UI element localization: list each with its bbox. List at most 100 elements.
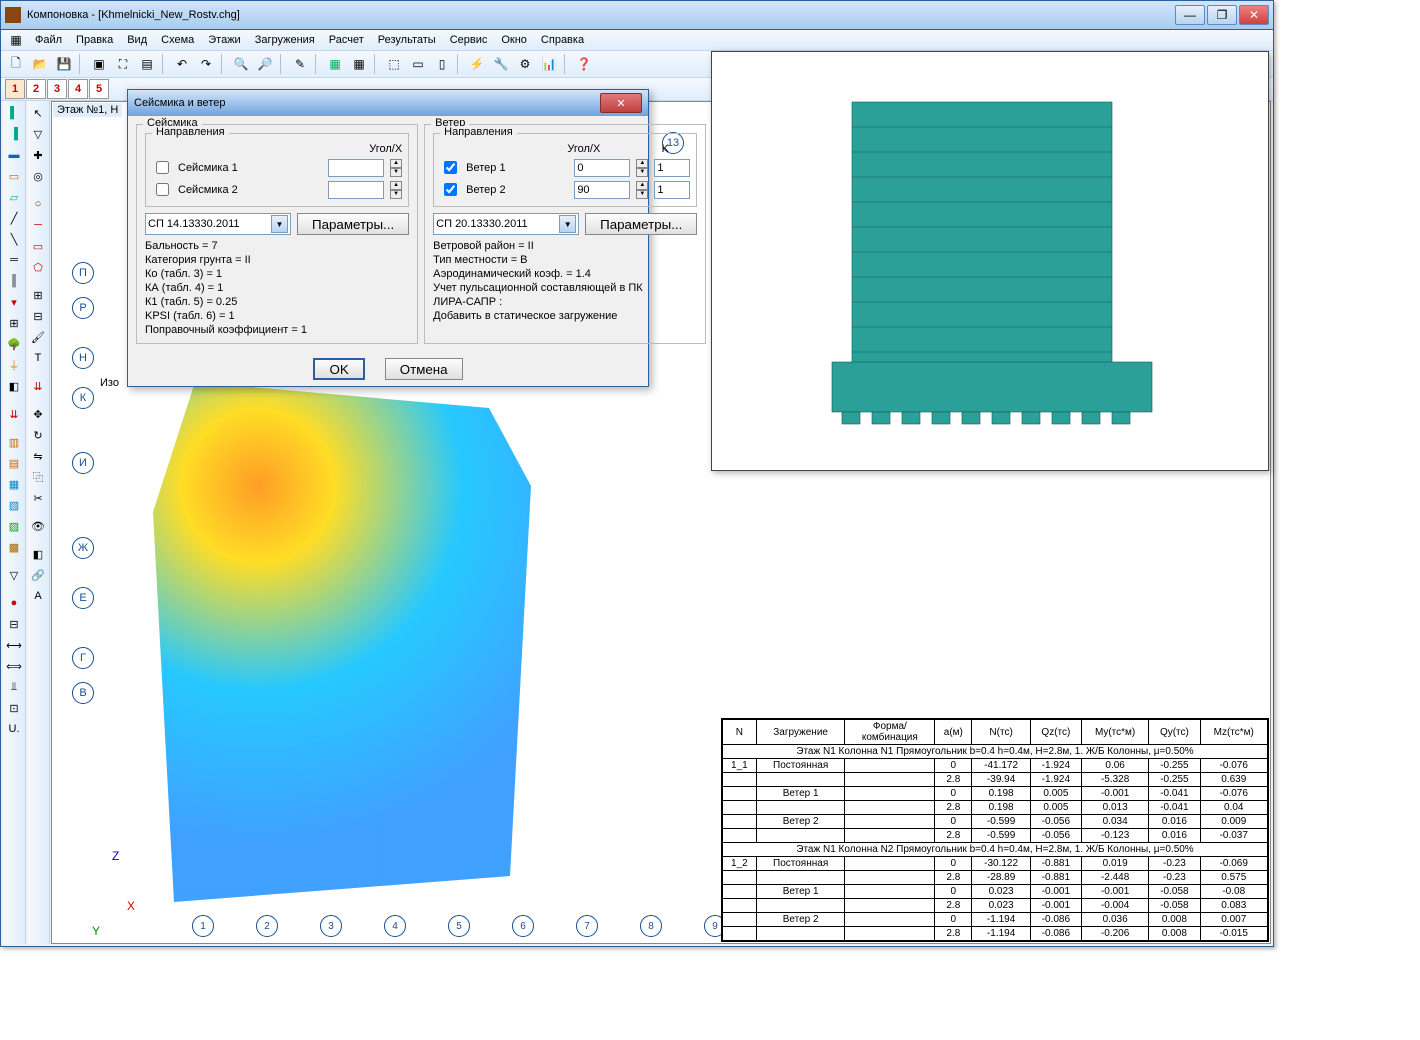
menu-file[interactable]: Файл: [29, 32, 68, 48]
zoom-in-icon[interactable]: 🔍: [230, 53, 252, 75]
lt-tree-icon[interactable]: 🌳: [4, 334, 24, 354]
open-icon[interactable]: 📂: [29, 53, 51, 75]
lt-dot-icon[interactable]: ●: [4, 593, 24, 613]
help-icon[interactable]: ❓: [573, 53, 595, 75]
menu-calc[interactable]: Расчет: [323, 32, 370, 48]
lt-beam-icon[interactable]: ▭: [4, 166, 24, 186]
wind2-k-input[interactable]: [654, 181, 690, 199]
lt2-cut-icon[interactable]: ✂: [28, 488, 48, 508]
wind1-angle-input[interactable]: [574, 159, 630, 177]
lt2-target-icon[interactable]: ◎: [28, 166, 48, 186]
chart-icon[interactable]: 📊: [538, 53, 560, 75]
lt-dim1-icon[interactable]: ⟷: [4, 635, 24, 655]
lt-line3-icon[interactable]: ═: [4, 250, 24, 270]
lt2-poly-icon[interactable]: ⬠: [28, 257, 48, 277]
seismic-code-combo[interactable]: СП 14.13330.2011▼: [145, 213, 291, 235]
seismic2-angle-input[interactable]: [328, 181, 384, 199]
lt2-load-icon[interactable]: ⇊: [28, 376, 48, 396]
seismic2-checkbox[interactable]: [156, 183, 169, 196]
menu-results[interactable]: Результаты: [372, 32, 442, 48]
floor-tab-2[interactable]: 2: [26, 79, 46, 99]
wrench-icon[interactable]: 🔧: [490, 53, 512, 75]
wind-params-button[interactable]: Параметры...: [585, 213, 697, 235]
wind1-k-input[interactable]: [654, 159, 690, 177]
tool-b-icon[interactable]: ▭: [407, 53, 429, 75]
gear-icon[interactable]: ⚙: [514, 53, 536, 75]
lt2-cube-icon[interactable]: ◧: [28, 544, 48, 564]
grid2-icon[interactable]: ▦: [348, 53, 370, 75]
spinner-icon[interactable]: ▲▼: [390, 159, 402, 177]
wind2-checkbox[interactable]: [444, 183, 457, 196]
seismic1-checkbox[interactable]: [156, 161, 169, 174]
menu-edit[interactable]: Правка: [70, 32, 119, 48]
dialog-close-button[interactable]: ✕: [600, 93, 642, 113]
menu-help[interactable]: Справка: [535, 32, 590, 48]
new-icon[interactable]: 🗋: [5, 53, 27, 75]
layers-icon[interactable]: ▤: [136, 53, 158, 75]
lt2-a-icon[interactable]: A: [28, 586, 48, 606]
lt-wall-icon[interactable]: ▬: [4, 145, 24, 165]
zoom-out-icon[interactable]: 🔎: [254, 53, 276, 75]
floor-tab-4[interactable]: 4: [68, 79, 88, 99]
lt-panel2-icon[interactable]: ▤: [4, 453, 24, 473]
tool-c-icon[interactable]: ▯: [431, 53, 453, 75]
lt2-grid2-icon[interactable]: ⊟: [28, 306, 48, 326]
dialog-titlebar[interactable]: Сейсмика и ветер ✕: [128, 90, 648, 116]
lt-dim2-icon[interactable]: ⟺: [4, 656, 24, 676]
spinner-icon[interactable]: ▲▼: [636, 181, 648, 199]
menu-view[interactable]: Вид: [121, 32, 153, 48]
tool-a-icon[interactable]: ⬚: [383, 53, 405, 75]
zoom-region-icon[interactable]: ⛶: [112, 53, 134, 75]
lt-col2-icon[interactable]: ⫫: [4, 677, 24, 697]
lt-misc-icon[interactable]: ◧: [4, 376, 24, 396]
lt2-circle-icon[interactable]: ○: [28, 194, 48, 214]
close-button[interactable]: ✕: [1239, 5, 1269, 25]
floor-tab-3[interactable]: 3: [47, 79, 67, 99]
floor-tab-1[interactable]: 1: [5, 79, 25, 99]
wind-code-combo[interactable]: СП 20.13330.2011▼: [433, 213, 579, 235]
lt-line1-icon[interactable]: ╱: [4, 208, 24, 228]
lt-panel1-icon[interactable]: ▥: [4, 432, 24, 452]
cancel-button[interactable]: Отмена: [385, 358, 463, 380]
lt-slab-icon[interactable]: ▱: [4, 187, 24, 207]
ok-button[interactable]: OK: [313, 358, 364, 380]
lt-panel6-icon[interactable]: ▩: [4, 537, 24, 557]
lt-grid-icon[interactable]: ⊞: [4, 313, 24, 333]
app-menu-icon[interactable]: ▦: [5, 29, 27, 51]
lt2-rect-icon[interactable]: ▭: [28, 236, 48, 256]
results-table[interactable]: NЗагружениеФорма/комбинацияa(м)N(тс)Qz(т…: [721, 718, 1269, 942]
lt2-plus-icon[interactable]: ✚: [28, 145, 48, 165]
lt2-eye-icon[interactable]: 👁: [28, 516, 48, 536]
seismic-params-button[interactable]: Параметры...: [297, 213, 409, 235]
lt-filter-icon[interactable]: ▽: [4, 565, 24, 585]
lt2-copy-icon[interactable]: ⿻: [28, 467, 48, 487]
lt-arrows-icon[interactable]: ⇊: [4, 404, 24, 424]
spinner-icon[interactable]: ▲▼: [390, 181, 402, 199]
lt2-arrow-icon[interactable]: ↖: [28, 103, 48, 123]
redo-icon[interactable]: ↷: [195, 53, 217, 75]
spinner-icon[interactable]: ▲▼: [636, 159, 648, 177]
lt-panel5-icon[interactable]: ▨: [4, 516, 24, 536]
lt-line2-icon[interactable]: ╲: [4, 229, 24, 249]
lt-mesh-icon[interactable]: ⊟: [4, 614, 24, 634]
wind2-angle-input[interactable]: [574, 181, 630, 199]
lt-panel4-icon[interactable]: ▧: [4, 495, 24, 515]
menu-service[interactable]: Сервис: [444, 32, 494, 48]
lt2-funnel-icon[interactable]: ▽: [28, 124, 48, 144]
minimize-button[interactable]: —: [1175, 5, 1205, 25]
pencil-icon[interactable]: ✎: [289, 53, 311, 75]
lt-load1-icon[interactable]: ▾: [4, 292, 24, 312]
lt2-move-icon[interactable]: ✥: [28, 404, 48, 424]
lightning-icon[interactable]: ⚡: [466, 53, 488, 75]
lt2-paint-icon[interactable]: 🖌: [28, 327, 48, 347]
lt-building-icon[interactable]: ▌: [4, 103, 24, 123]
lt-line4-icon[interactable]: ║: [4, 271, 24, 291]
menu-scheme[interactable]: Схема: [155, 32, 200, 48]
seismic1-angle-input[interactable]: [328, 159, 384, 177]
floor-tab-5[interactable]: 5: [89, 79, 109, 99]
maximize-button[interactable]: ❐: [1207, 5, 1237, 25]
lt2-line-icon[interactable]: ─: [28, 215, 48, 235]
lt2-text-icon[interactable]: T: [28, 348, 48, 368]
menu-window[interactable]: Окно: [495, 32, 533, 48]
wind1-checkbox[interactable]: [444, 161, 457, 174]
